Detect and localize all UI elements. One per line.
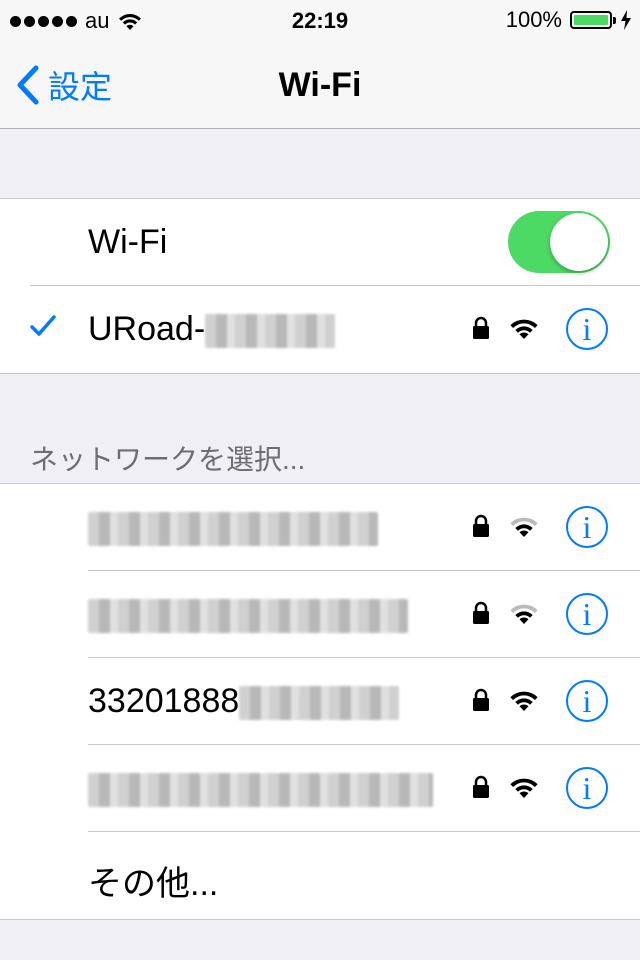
navigation-bar: 設定 Wi-Fi — [0, 40, 640, 129]
wifi-signal-icon — [510, 517, 538, 537]
status-right: 100% — [506, 7, 632, 33]
battery-percent: 100% — [505, 7, 562, 32]
wifi-toggle-switch[interactable] — [508, 211, 610, 273]
lock-icon — [473, 316, 489, 339]
lock-icon — [473, 601, 489, 624]
other-network-row[interactable]: その他... — [0, 832, 640, 919]
info-button[interactable]: i — [566, 308, 608, 350]
network-row[interactable]: i — [0, 745, 640, 832]
info-button[interactable]: i — [566, 593, 608, 635]
wifi-signal-icon — [510, 778, 538, 798]
info-button[interactable]: i — [566, 767, 608, 809]
network-name — [88, 595, 408, 634]
connected-network-name: URoad- — [88, 310, 336, 349]
network-row[interactable]: i — [0, 484, 640, 571]
info-button[interactable]: i — [566, 506, 608, 548]
wifi-settings-group: Wi-Fi URoad- i — [0, 198, 640, 374]
available-networks-group: i i 33201888 i i その他... — [0, 483, 640, 920]
other-network-label: その他... — [88, 865, 219, 903]
wifi-signal-icon — [510, 604, 538, 624]
network-name — [88, 508, 378, 547]
choose-network-header: ネットワークを選択... — [30, 444, 306, 475]
info-button[interactable]: i — [566, 680, 608, 722]
charging-bolt-icon — [621, 10, 631, 30]
wifi-signal-icon — [510, 691, 538, 711]
status-bar: au 22:19 100% — [0, 0, 640, 40]
connected-network-row[interactable]: URoad- i — [0, 286, 640, 373]
wifi-toggle-row: Wi-Fi — [0, 199, 640, 286]
lock-icon — [473, 775, 489, 798]
network-row[interactable]: 33201888 i — [0, 658, 640, 745]
network-row[interactable]: i — [0, 571, 640, 658]
lock-icon — [473, 514, 489, 537]
lock-icon — [473, 688, 489, 711]
page-title: Wi-Fi — [278, 66, 362, 104]
checkmark-icon — [30, 315, 56, 336]
wifi-toggle-label: Wi-Fi — [88, 223, 168, 261]
wifi-signal-icon — [510, 319, 538, 339]
network-name: 33201888 — [88, 682, 400, 721]
battery-icon — [570, 11, 616, 29]
network-name — [88, 769, 433, 808]
